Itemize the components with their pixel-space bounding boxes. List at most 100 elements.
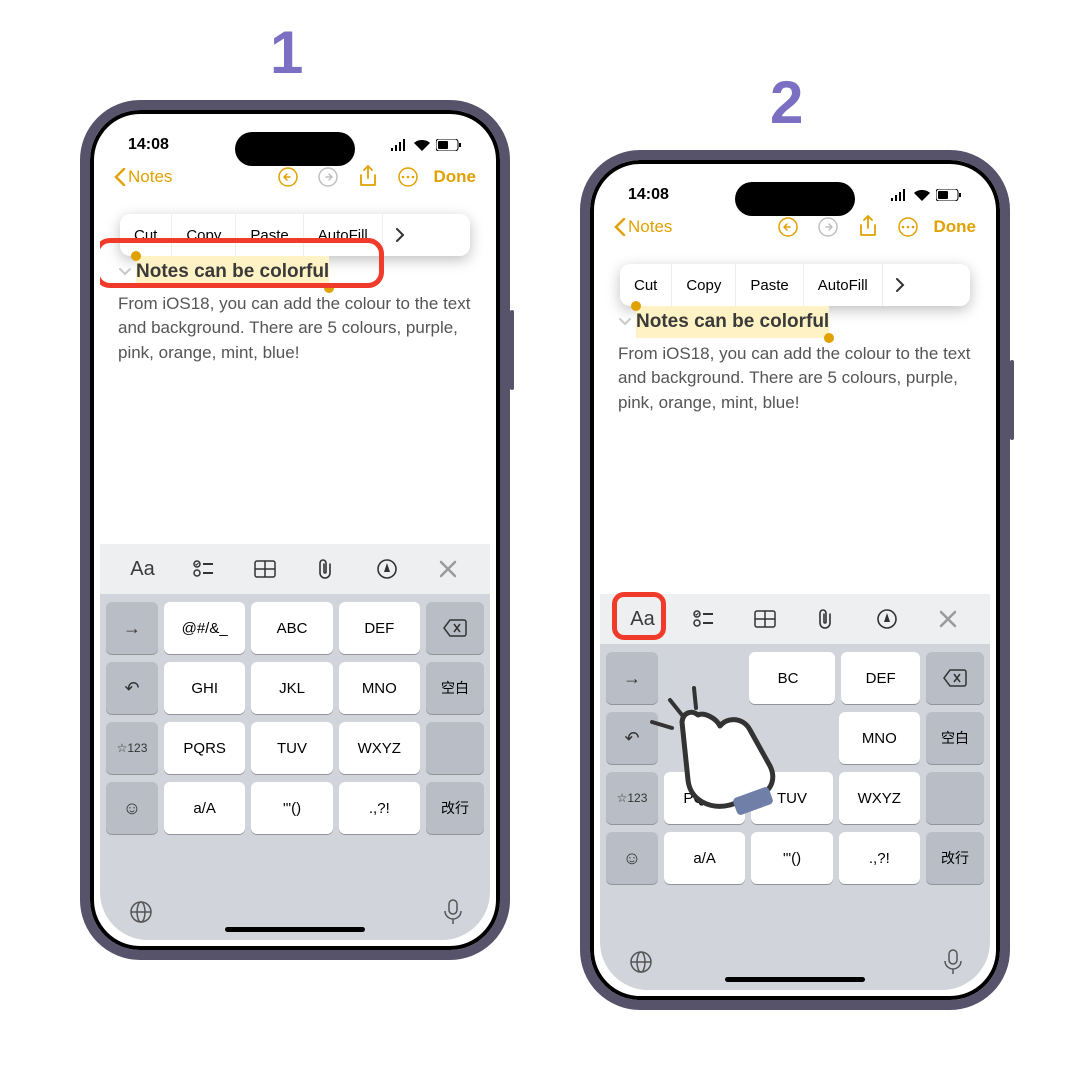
done-button[interactable]: Done <box>434 167 477 187</box>
format-toolbar: Aa <box>600 594 990 644</box>
mic-icon <box>444 899 462 925</box>
more-button[interactable] <box>895 214 921 240</box>
key-enter[interactable]: 改行 <box>426 782 484 834</box>
key-case[interactable]: a/A <box>664 832 745 884</box>
chevron-right-icon <box>395 228 405 242</box>
mic-icon <box>944 949 962 975</box>
close-keyboard-button[interactable] <box>931 602 965 636</box>
attachment-button[interactable] <box>309 552 343 586</box>
key-tuv[interactable]: TUV <box>751 772 832 824</box>
mic-button[interactable] <box>944 949 962 975</box>
table-button[interactable] <box>248 552 282 586</box>
home-indicator[interactable] <box>225 927 365 932</box>
markup-button[interactable] <box>870 602 904 636</box>
back-button[interactable]: Notes <box>614 217 672 237</box>
checklist-button[interactable] <box>687 602 721 636</box>
key-123[interactable]: ☆123 <box>106 722 158 774</box>
note-title[interactable]: Notes can be colorful <box>636 306 829 338</box>
close-keyboard-button[interactable] <box>431 552 465 586</box>
share-button[interactable] <box>855 214 881 240</box>
key-delete[interactable] <box>926 652 984 704</box>
chevron-left-icon <box>114 168 126 186</box>
key-r1c1[interactable]: @#/&_ <box>164 602 245 654</box>
key-tab[interactable]: → <box>606 652 658 704</box>
key-tab[interactable]: → <box>106 602 158 654</box>
share-button[interactable] <box>355 164 381 190</box>
undo-button[interactable] <box>775 214 801 240</box>
key-wxyz[interactable]: WXYZ <box>339 722 420 774</box>
key-abc[interactable]: BC <box>749 652 836 704</box>
dynamic-island <box>735 182 855 216</box>
cellular-icon <box>890 189 908 201</box>
battery-icon <box>436 139 462 151</box>
key-wxyz[interactable]: WXYZ <box>839 772 920 824</box>
chevron-left-icon <box>614 218 626 236</box>
globe-icon <box>628 949 654 975</box>
key-pqrs[interactable]: PQRS <box>664 772 745 824</box>
delete-icon <box>443 619 467 637</box>
back-button[interactable]: Notes <box>114 167 172 187</box>
chevron-right-icon <box>895 278 905 292</box>
text-format-button[interactable]: Aa <box>126 552 160 586</box>
note-content[interactable]: Notes can be colorful From iOS18, you ca… <box>600 296 990 415</box>
globe-button[interactable] <box>628 949 654 975</box>
key-ghi[interactable]: GHI <box>164 662 245 714</box>
status-time: 14:08 <box>628 186 669 204</box>
chevron-down-icon[interactable] <box>618 315 632 329</box>
redo-button <box>815 214 841 240</box>
table-button[interactable] <box>748 602 782 636</box>
wifi-icon <box>414 139 430 151</box>
format-toolbar: Aa <box>100 544 490 594</box>
key-mno[interactable]: MNO <box>339 662 420 714</box>
phone-2: 14:08 Notes Done Cut Copy Paste AutoFill <box>580 150 1010 1010</box>
key-pqrs[interactable]: PQRS <box>164 722 245 774</box>
key-emoji[interactable]: ☺ <box>106 782 158 834</box>
key-undo[interactable]: ↶ <box>606 712 658 764</box>
key-enter-top[interactable] <box>926 772 984 824</box>
mic-button[interactable] <box>444 899 462 925</box>
cellular-icon <box>390 139 408 151</box>
step-label-2: 2 <box>770 68 803 137</box>
undo-button[interactable] <box>275 164 301 190</box>
note-content[interactable]: Notes can be colorful From iOS18, you ca… <box>100 246 490 365</box>
done-button[interactable]: Done <box>934 217 977 237</box>
markup-button[interactable] <box>370 552 404 586</box>
checklist-button[interactable] <box>187 552 221 586</box>
key-abc[interactable]: ABC <box>251 602 332 654</box>
key-enter[interactable]: 改行 <box>926 832 984 884</box>
status-time: 14:08 <box>128 136 169 154</box>
globe-icon <box>128 899 154 925</box>
battery-icon <box>936 189 962 201</box>
key-def[interactable]: DEF <box>339 602 420 654</box>
key-punct[interactable]: .,?! <box>339 782 420 834</box>
text-format-button[interactable]: Aa <box>626 602 660 636</box>
keyboard: → @#/&_ BC DEF ↶ MNO 空白 ☆123 PQRS TUV WX… <box>600 644 990 934</box>
key-case[interactable]: a/A <box>164 782 245 834</box>
more-button[interactable] <box>395 164 421 190</box>
key-enter-top[interactable] <box>426 722 484 774</box>
key-jkl[interactable]: JKL <box>251 662 332 714</box>
key-undo[interactable]: ↶ <box>106 662 158 714</box>
delete-icon <box>943 669 967 687</box>
key-quotes[interactable]: '"() <box>751 832 832 884</box>
key-mno[interactable]: MNO <box>839 712 920 764</box>
attachment-button[interactable] <box>809 602 843 636</box>
back-label: Notes <box>128 167 172 187</box>
key-def[interactable]: DEF <box>841 652 920 704</box>
key-123[interactable]: ☆123 <box>606 772 658 824</box>
note-body[interactable]: From iOS18, you can add the colour to th… <box>618 342 972 416</box>
key-space[interactable]: 空白 <box>426 662 484 714</box>
note-body[interactable]: From iOS18, you can add the colour to th… <box>118 292 472 366</box>
key-quotes[interactable]: '"() <box>251 782 332 834</box>
key-delete[interactable] <box>426 602 484 654</box>
key-punct[interactable]: .,?! <box>839 832 920 884</box>
chevron-down-icon[interactable] <box>118 265 132 279</box>
note-title[interactable]: Notes can be colorful <box>136 256 329 288</box>
key-space[interactable]: 空白 <box>926 712 984 764</box>
key-tuv[interactable]: TUV <box>251 722 332 774</box>
back-label: Notes <box>628 217 672 237</box>
dynamic-island <box>235 132 355 166</box>
key-emoji[interactable]: ☺ <box>606 832 658 884</box>
globe-button[interactable] <box>128 899 154 925</box>
home-indicator[interactable] <box>725 977 865 982</box>
